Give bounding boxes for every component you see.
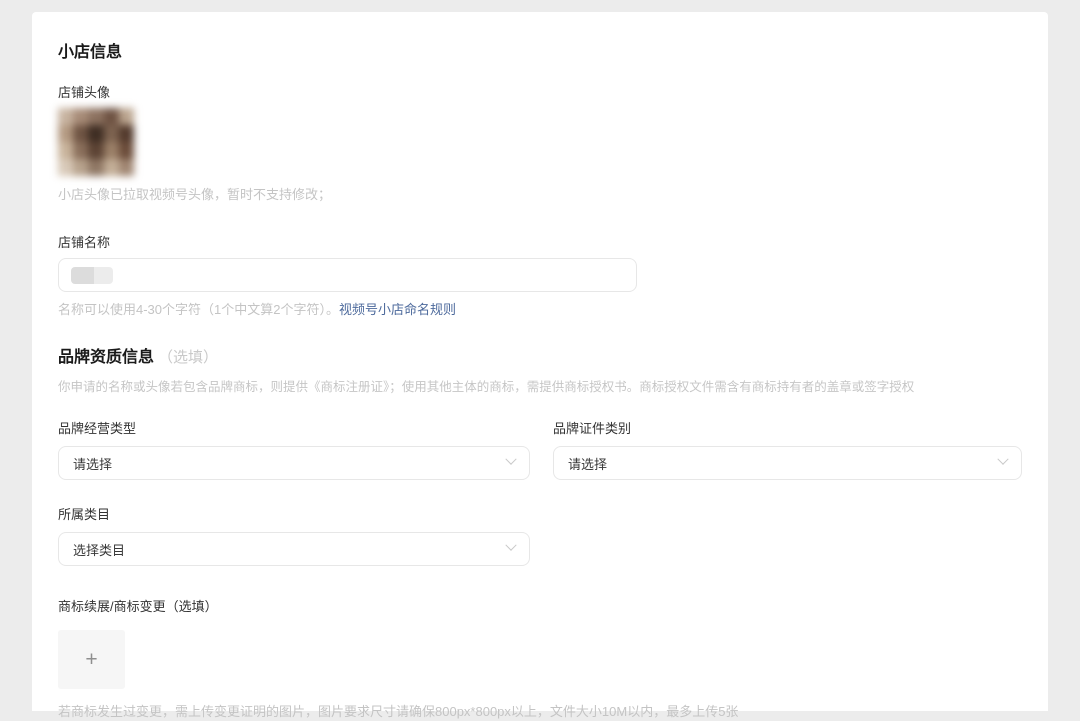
naming-rules-link[interactable]: 视频号小店命名规则: [339, 302, 456, 317]
shop-name-hint: 名称可以使用4-30个字符（1个中文算2个字符）。视频号小店命名规则: [58, 301, 1022, 319]
brand-operation-type-label: 品牌经营类型: [58, 421, 137, 436]
category-select[interactable]: 选择类目: [58, 532, 530, 566]
brand-info-title: 品牌资质信息 （选填）: [58, 347, 1022, 369]
brand-certificate-type-select[interactable]: 请选择: [553, 446, 1022, 480]
shop-avatar-note: 小店头像已拉取视频号头像，暂时不支持修改；: [58, 187, 332, 202]
brand-certificate-type-value: 请选择: [568, 456, 608, 472]
trademark-change-label: 商标续展/商标变更（选填）: [58, 599, 218, 614]
chevron-down-icon: [505, 539, 517, 551]
shop-name-hint-text: 名称可以使用4-30个字符（1个中文算2个字符）。: [58, 302, 339, 317]
category-label: 所属类目: [58, 507, 111, 522]
trademark-upload-button[interactable]: +: [58, 630, 125, 689]
redacted-shop-name-value: [71, 266, 113, 284]
plus-icon: +: [85, 648, 98, 671]
brand-operation-type-select[interactable]: 请选择: [58, 446, 530, 480]
trademark-change-note: 若商标发生过变更，需上传变更证明的图片，图片要求尺寸请确保800px*800px…: [58, 704, 739, 719]
chevron-down-icon: [505, 453, 517, 465]
chevron-down-icon: [997, 453, 1009, 465]
shop-name-label: 店铺名称: [58, 235, 111, 250]
brand-operation-type-value: 请选择: [73, 456, 113, 472]
shop-name-input[interactable]: [58, 258, 637, 292]
brand-info-optional-tag: （选填）: [158, 349, 219, 366]
shop-info-title: 小店信息: [58, 44, 123, 61]
shop-avatar-mosaic: [58, 108, 134, 176]
brand-info-title-text: 品牌资质信息: [58, 349, 155, 366]
category-value: 选择类目: [73, 542, 126, 558]
brand-certificate-type-label: 品牌证件类别: [553, 421, 632, 436]
shop-settings-card: 小店信息 店铺头像 小店头像已拉取视频号头像，暂时不支持修改； 店铺名称 名称可…: [32, 12, 1048, 719]
shop-avatar-image: [58, 108, 134, 176]
brand-info-description: 你申请的名称或头像若包含品牌商标，则提供《商标注册证》；使用其他主体的商标，需提…: [58, 380, 915, 394]
shop-avatar-label: 店铺头像: [58, 85, 111, 100]
